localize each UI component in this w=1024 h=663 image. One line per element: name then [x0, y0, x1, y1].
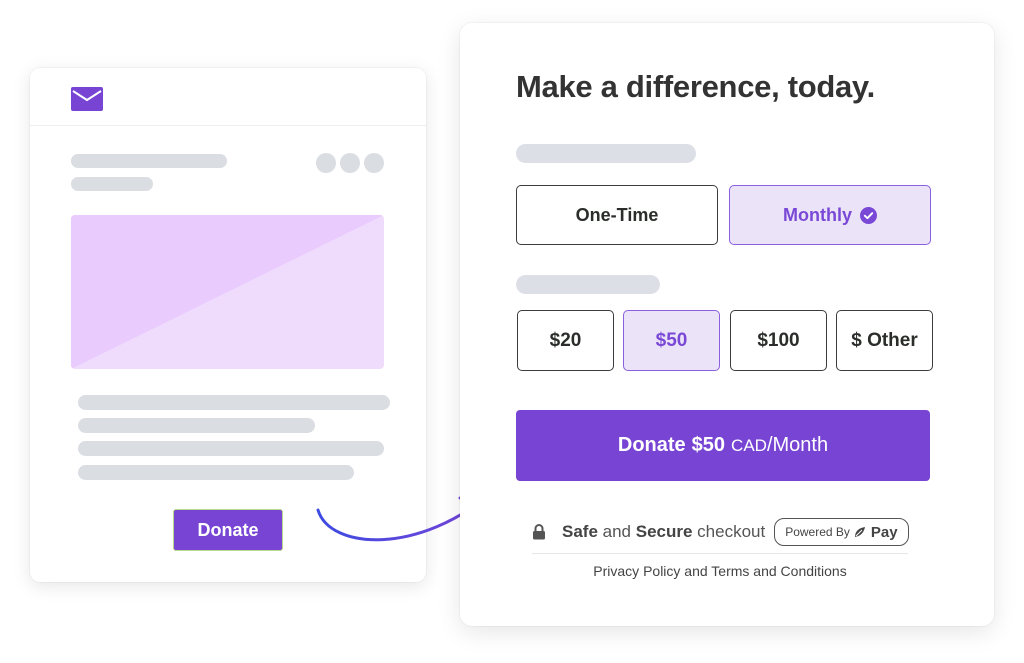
cta-currency: CAD	[731, 436, 767, 455]
mail-icon	[71, 87, 103, 111]
privacy-terms-link[interactable]: Privacy Policy and Terms and Conditions	[532, 563, 908, 579]
skeleton-subtitle	[71, 177, 153, 191]
amount-label: $20	[549, 329, 582, 351]
donation-form-card: Make a difference, today. One-Time Month…	[460, 23, 994, 626]
skeleton-label-amount	[516, 275, 660, 294]
email-header	[30, 68, 426, 126]
email-donate-button[interactable]: Donate	[173, 509, 283, 551]
frequency-one-time[interactable]: One-Time	[516, 185, 718, 245]
donate-submit-button[interactable]: Donate $50 CAD/Month	[516, 410, 930, 481]
leaf-logo-icon	[854, 526, 865, 537]
cta-action: Donate	[617, 434, 686, 456]
amount-label: $100	[757, 329, 800, 351]
skeleton-title	[71, 154, 227, 168]
powered-by-label: Powered By	[785, 525, 850, 539]
skeleton-dot	[340, 153, 360, 173]
secure-checkout-text: Safe and Secure checkout	[562, 522, 766, 541]
cta-period: /Month	[766, 434, 829, 456]
amount-100[interactable]: $100	[730, 310, 827, 371]
skeleton-line	[78, 418, 315, 433]
lock-icon	[533, 524, 545, 540]
skeleton-line	[78, 465, 354, 480]
divider	[532, 553, 908, 554]
frequency-label: One-Time	[575, 204, 659, 225]
amount-other[interactable]: $ Other	[836, 310, 933, 371]
form-title: Make a difference, today.	[516, 69, 875, 104]
check-circle-icon	[860, 206, 877, 224]
skeleton-line	[78, 441, 384, 456]
frequency-label: Monthly	[783, 204, 852, 225]
secure-checkout-row: Safe and Secure checkout Powered By Pay	[532, 517, 909, 547]
powered-by-brand: Pay	[870, 523, 898, 541]
skeleton-label-frequency	[516, 144, 696, 163]
skeleton-dot	[316, 153, 336, 173]
amount-20[interactable]: $20	[517, 310, 614, 371]
cta-amount: $50	[691, 434, 726, 456]
powered-by-badge: Powered By Pay	[774, 518, 909, 546]
amount-label: $50	[655, 329, 688, 351]
amount-label: $ Other	[851, 329, 918, 351]
amount-50[interactable]: $50	[623, 310, 720, 371]
skeleton-line	[78, 395, 390, 410]
image-placeholder	[71, 215, 384, 369]
frequency-monthly[interactable]: Monthly	[729, 185, 931, 245]
skeleton-dot	[364, 153, 384, 173]
